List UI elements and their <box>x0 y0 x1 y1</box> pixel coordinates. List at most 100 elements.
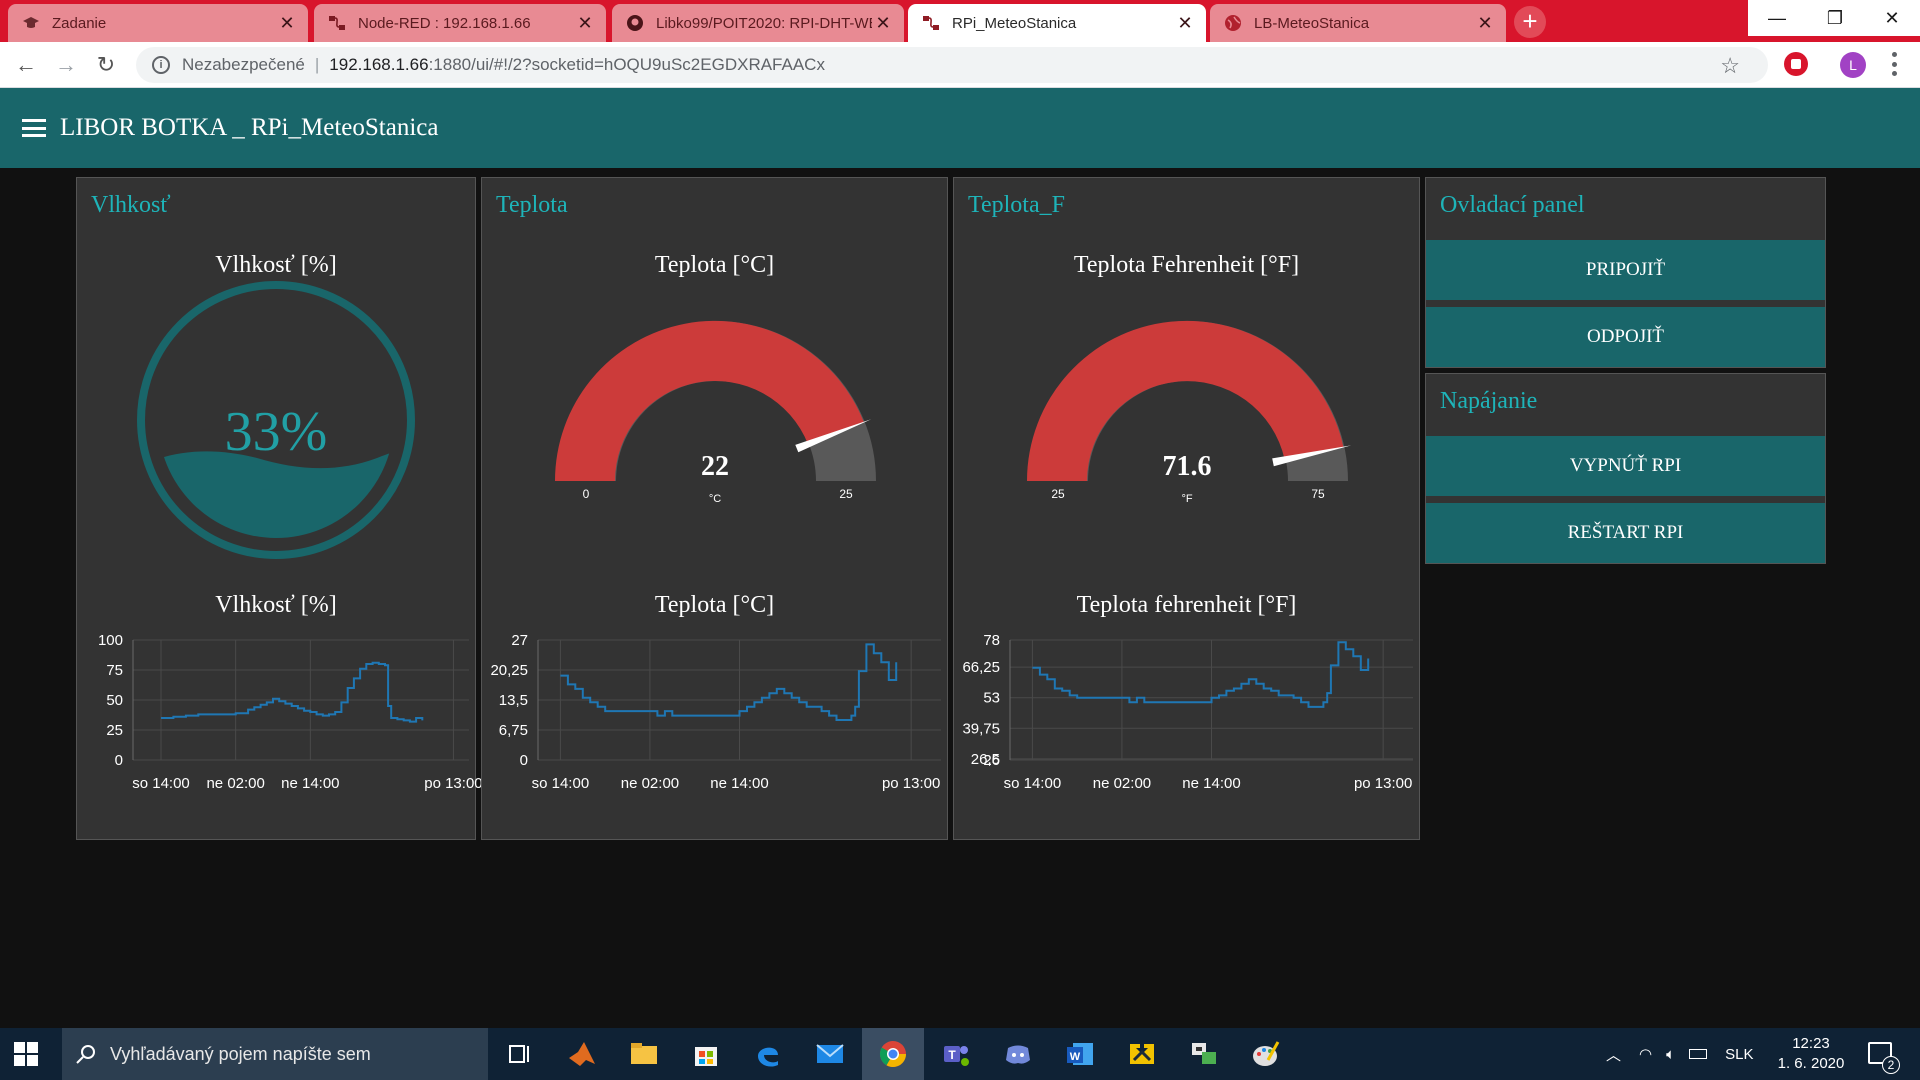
close-tab-icon[interactable]: ✕ <box>1474 12 1496 34</box>
y-tick-label: 0 <box>115 752 123 769</box>
y-tick-label: 78 <box>983 632 1000 649</box>
wave-gauge-value: 33% <box>225 401 328 463</box>
address-bar[interactable]: i Nezabezpečené | 192.168.1.66 :1880/ui/… <box>136 47 1768 83</box>
notification-count-badge: 2 <box>1882 1056 1900 1074</box>
y-tick-label: 26 <box>983 752 1000 769</box>
x-tick-label: ne 02:00 <box>1093 775 1151 792</box>
connect-button[interactable]: PRIPOJIŤ <box>1426 240 1825 300</box>
browser-toolbar: ← → ↻ i Nezabezpečené | 192.168.1.66 :18… <box>0 42 1920 88</box>
tab-node-red[interactable]: Node-RED : 192.168.1.66 ✕ <box>314 4 606 42</box>
extension-icon[interactable] <box>1784 52 1808 76</box>
matlab-icon[interactable] <box>566 1038 598 1070</box>
close-window-button[interactable]: ✕ <box>1864 0 1920 36</box>
wifi-icon[interactable]: ◠ <box>1639 1045 1652 1063</box>
github-icon <box>626 14 644 32</box>
x-tick-label: ne 14:00 <box>1182 775 1240 792</box>
word-icon[interactable]: W <box>1064 1038 1096 1070</box>
taskbar-search[interactable]: Vyhľadávaný pojem napíšte sem <box>62 1028 488 1080</box>
windows-taskbar: Vyhľadávaný pojem napíšte sem T W ︿ ◠ 🔈︎… <box>0 1028 1920 1080</box>
series-line <box>560 643 898 721</box>
group-title: Teplota <box>496 192 568 218</box>
y-tick-label: 13,5 <box>499 692 528 709</box>
temperature-group: Teplota Teplota [°C] 22 °C 0 25 Teplota … <box>481 177 948 840</box>
paint-icon[interactable] <box>1250 1038 1282 1070</box>
info-icon[interactable]: i <box>152 56 170 74</box>
back-button[interactable]: ← <box>12 51 40 79</box>
node-red-icon <box>328 14 346 32</box>
disconnect-button[interactable]: ODPOJIŤ <box>1426 307 1825 367</box>
gauge-max: 75 <box>1311 487 1325 501</box>
address-host: 192.168.1.66 <box>329 55 429 74</box>
x-tick-label: so 14:00 <box>1004 775 1062 792</box>
close-tab-icon[interactable]: ✕ <box>1174 12 1196 34</box>
edge-icon[interactable] <box>752 1038 784 1070</box>
search-icon <box>76 1044 96 1064</box>
power-group: Napájanie VYPNÚŤ RPI REŠTART RPI <box>1425 373 1826 564</box>
control-panel-group: Ovladací panel PRIPOJIŤ ODPOJIŤ <box>1425 177 1826 368</box>
bookmark-star-icon[interactable]: ☆ <box>1720 53 1740 79</box>
search-placeholder: Vyhľadávaný pojem napíšte sem <box>110 1043 371 1064</box>
y-tick-label: 27 <box>511 632 528 649</box>
y-tick-label: 39,75 <box>962 720 1000 737</box>
temperature-chart: 27 20,25 13,5 6,75 0so 14:00 ne 02:00 ne 14:00… <box>490 632 941 792</box>
restore-window-button[interactable]: ❐ <box>1806 0 1864 36</box>
profile-avatar[interactable]: L <box>1840 52 1866 78</box>
new-tab-button[interactable]: + <box>1514 6 1546 38</box>
taskbar-clock[interactable]: 12:23 1. 6. 2020 <box>1756 1034 1866 1074</box>
gauge-label: Teplota [°C] <box>654 252 775 278</box>
close-tab-icon[interactable]: ✕ <box>872 12 894 34</box>
x-tick-label: po 13:00 <box>882 775 940 792</box>
battery-icon[interactable] <box>1689 1049 1708 1059</box>
system-tray: ︿ ◠ 🔈︎ SLK <box>1606 1028 1753 1080</box>
store-icon[interactable] <box>690 1038 722 1070</box>
reload-button[interactable]: ↻ <box>92 51 120 79</box>
tab-label: RPi_MeteoStanica <box>952 14 1077 32</box>
chrome-icon[interactable] <box>877 1038 909 1070</box>
address-separator: | <box>314 55 320 74</box>
restart-rpi-button[interactable]: REŠTART RPI <box>1426 503 1825 563</box>
svg-text:T: T <box>948 1048 956 1062</box>
close-tab-icon[interactable]: ✕ <box>574 12 596 34</box>
x-tick-label: po 13:00 <box>1354 775 1412 792</box>
svg-text:W: W <box>1070 1051 1081 1063</box>
gauge-label: Teplota Fehrenheit [°F] <box>1073 252 1300 278</box>
close-tab-icon[interactable]: ✕ <box>276 12 298 34</box>
forward-button[interactable]: → <box>52 51 80 79</box>
tab-github[interactable]: Libko99/POIT2020: RPI-DHT-WEB ✕ <box>612 4 904 42</box>
shutdown-rpi-button[interactable]: VYPNÚŤ RPI <box>1426 436 1825 496</box>
address-path: :1880/ui/#!/2?socketid=hOQU9uSc2EGDXRAFA… <box>428 55 825 74</box>
tab-zadanie[interactable]: Zadanie ✕ <box>8 4 308 42</box>
chevron-up-icon[interactable]: ︿ <box>1606 1044 1621 1065</box>
teams-icon[interactable]: T <box>940 1038 972 1070</box>
x-tick-label: ne 14:00 <box>281 775 339 792</box>
clock-time: 12:23 <box>1792 1035 1830 1052</box>
browser-tab-strip: Zadanie ✕ Node-RED : 192.168.1.66 ✕ Libk… <box>0 0 1920 42</box>
gauge-min: 25 <box>1051 487 1065 501</box>
gauge-value: 71.6 <box>1163 451 1212 482</box>
y-tick-label: 100 <box>98 632 123 649</box>
tab-lb-meteostanica[interactable]: LB-MeteoStanica ✕ <box>1210 4 1506 42</box>
network-app-icon[interactable] <box>1188 1038 1220 1070</box>
temperature-gauge: 22 °C 0 25 <box>555 320 876 505</box>
gauge-unit: °C <box>709 493 721 505</box>
winscp-icon[interactable] <box>1126 1038 1158 1070</box>
windows-start-icon[interactable] <box>14 1042 38 1066</box>
tab-label: Node-RED : 192.168.1.66 <box>358 14 531 32</box>
y-tick-label: 75 <box>106 662 123 679</box>
group-title: Vlhkosť <box>91 192 171 218</box>
mail-icon[interactable] <box>814 1038 846 1070</box>
tab-rpi-meteostanica[interactable]: RPi_MeteoStanica ✕ <box>908 4 1206 42</box>
chart-label: Teplota fehrenheit [°F] <box>1076 592 1297 618</box>
mortarboard-icon <box>22 14 40 32</box>
gauge-value: 22 <box>701 451 729 482</box>
language-indicator[interactable]: SLK <box>1725 1046 1753 1063</box>
task-view-icon[interactable] <box>504 1038 536 1070</box>
hamburger-menu-icon[interactable] <box>22 119 46 137</box>
volume-icon[interactable]: 🔈︎ <box>1666 1046 1675 1063</box>
tab-label: Libko99/POIT2020: RPI-DHT-WEB <box>656 14 872 32</box>
y-tick-label: 20,25 <box>490 662 528 679</box>
file-explorer-icon[interactable] <box>628 1038 660 1070</box>
discord-icon[interactable] <box>1002 1038 1034 1070</box>
minimize-window-button[interactable]: — <box>1748 0 1806 36</box>
browser-menu-icon[interactable] <box>1892 52 1898 76</box>
